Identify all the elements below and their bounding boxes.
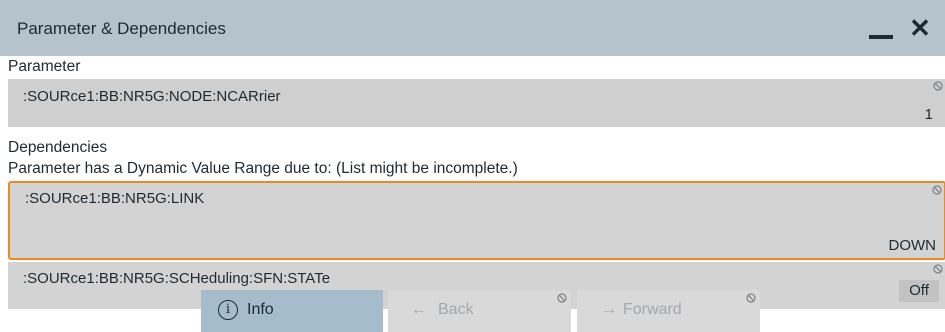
parameter-panel: :SOURce1:BB:NR5G:NODE:NCARrier 1 [8, 79, 945, 127]
back-button[interactable]: ← Back [388, 290, 571, 332]
arrow-right-icon: → [601, 301, 617, 318]
parameter-section-label: Parameter [8, 58, 81, 75]
title-bar: Parameter & Dependencies ✕ [0, 0, 945, 56]
dependency-command: :SOURce1:BB:NR5G:LINK [25, 190, 205, 207]
dialog-title: Parameter & Dependencies [17, 19, 226, 38]
info-icon: i [218, 300, 238, 320]
dependencies-section-label: Dependencies [8, 139, 108, 156]
not-allowed-icon [933, 264, 943, 274]
back-button-label: Back [438, 301, 474, 318]
dependency-item-link[interactable]: :SOURce1:BB:NR5G:LINK DOWN [8, 181, 945, 260]
info-button-label: Info [247, 301, 274, 318]
dependency-command: :SOURce1:BB:NR5G:SCHeduling:SFN:STATe [23, 270, 331, 287]
arrow-left-icon: ← [411, 301, 427, 318]
not-allowed-icon [557, 293, 567, 303]
not-allowed-icon [746, 293, 756, 303]
close-icon[interactable]: ✕ [906, 14, 934, 42]
forward-button[interactable]: → Forward [577, 290, 760, 332]
forward-button-label: Forward [623, 301, 682, 318]
not-allowed-icon [932, 185, 942, 195]
parameter-command: :SOURce1:BB:NR5G:NODE:NCARrier [23, 88, 281, 105]
parameter-dependencies-dialog: Parameter & Dependencies ✕ Parameter :SO… [0, 0, 945, 332]
minimize-icon[interactable] [869, 35, 893, 39]
info-button[interactable]: i Info [201, 290, 383, 332]
parameter-value: 1 [924, 106, 933, 123]
dependency-value: DOWN [888, 237, 937, 254]
dependency-value-badge: Off [899, 280, 939, 302]
dependencies-note: Parameter has a Dynamic Value Range due … [8, 160, 518, 177]
not-allowed-icon [933, 81, 943, 91]
